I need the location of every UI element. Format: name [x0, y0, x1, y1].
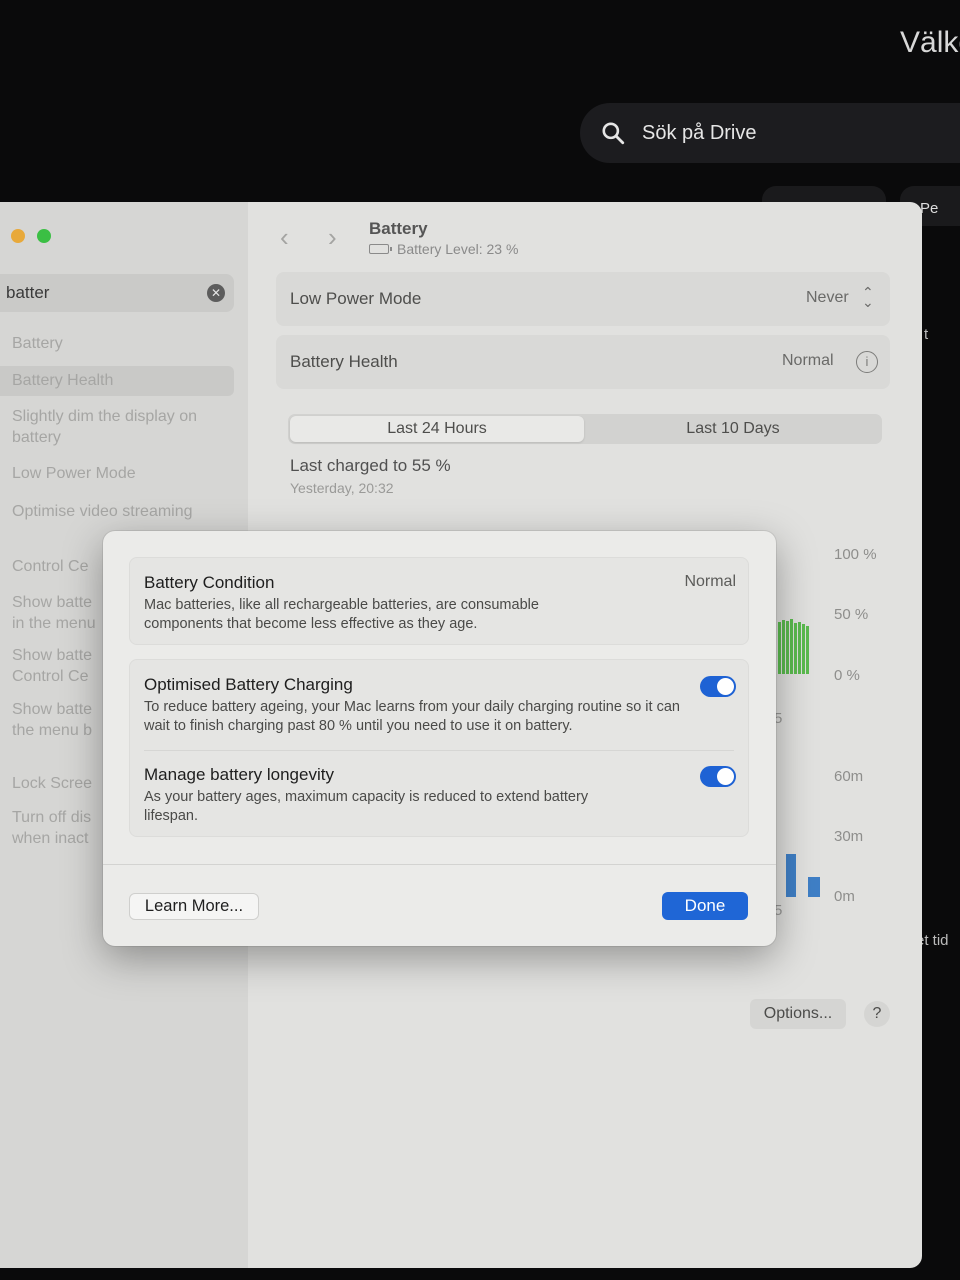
battery-level-bar: [782, 620, 785, 674]
optimised-charging-toggle[interactable]: [700, 676, 736, 697]
back-arrow-icon[interactable]: ‹: [280, 224, 289, 250]
usage-axis-label: 0m: [834, 888, 855, 905]
optimised-charging-title: Optimised Battery Charging: [144, 675, 353, 694]
sidebar-item-battery-health[interactable]: Battery Health: [0, 366, 234, 396]
low-power-mode-select[interactable]: Never: [806, 289, 849, 307]
low-power-mode-label: Low Power Mode: [290, 289, 422, 308]
last-charged-time: Yesterday, 20:32: [290, 480, 394, 496]
info-icon[interactable]: i: [856, 351, 878, 373]
sidebar-item-show-battery-menu-bar[interactable]: Show batte the menu b: [12, 699, 102, 741]
sidebar-item-dim-display[interactable]: Slightly dim the display on battery: [12, 406, 234, 448]
battery-level-bar: [806, 626, 809, 674]
usage-axis-label: 60m: [834, 768, 864, 785]
battery-level-bar: [798, 622, 801, 674]
divider: [144, 750, 734, 751]
manage-longevity-toggle[interactable]: [700, 766, 736, 787]
sidebar-item-battery[interactable]: Battery: [12, 333, 234, 354]
drive-people-chip-label: Pe: [920, 200, 939, 217]
battery-condition-value: Normal: [684, 573, 736, 590]
level-axis-label: 50 %: [834, 606, 869, 623]
low-power-mode-row: Low Power Mode Never ⌃ ⌄: [276, 272, 890, 326]
level-axis-label: 0 %: [834, 667, 860, 684]
battery-level-text: Battery Level: 23 %: [397, 241, 519, 257]
tab-last-10-days[interactable]: Last 10 Days: [586, 416, 880, 442]
forward-arrow-icon[interactable]: ›: [328, 224, 337, 250]
sidebar-item-low-power-mode[interactable]: Low Power Mode: [12, 463, 234, 484]
chevron-up-down-icon[interactable]: ⌃ ⌄: [862, 285, 874, 309]
drive-search-placeholder: Sök på Drive: [642, 121, 757, 144]
sidebar-item-show-battery-menu[interactable]: Show batte in the menu: [12, 592, 102, 634]
page-title: Battery: [369, 219, 428, 238]
drive-search-bar[interactable]: Sök på Drive: [580, 103, 960, 163]
manage-longevity-description: As your battery ages, maximum capacity i…: [144, 789, 589, 824]
charging-options-card: Optimised Battery Charging To reduce bat…: [129, 659, 749, 837]
battery-health-label: Battery Health: [290, 352, 398, 371]
options-button[interactable]: Options...: [750, 999, 846, 1029]
battery-condition-title: Battery Condition: [144, 573, 275, 592]
sheet-separator: [103, 864, 776, 865]
battery-condition-card: Battery Condition Normal Mac batteries, …: [129, 557, 749, 645]
welcome-text: Välkc: [900, 26, 960, 59]
minimize-button[interactable]: [11, 229, 25, 243]
battery-health-sheet: Battery Condition Normal Mac batteries, …: [103, 531, 776, 946]
sidebar-search-value: batter: [6, 283, 50, 302]
battery-level-bar: [778, 622, 781, 674]
sidebar-item-show-battery-control-centre[interactable]: Show batte Control Ce: [12, 645, 102, 687]
battery-level-bar: [786, 621, 789, 674]
optimised-charging-description: To reduce battery ageing, your Mac learn…: [144, 699, 680, 734]
manage-longevity-title: Manage battery longevity: [144, 765, 334, 784]
help-button[interactable]: ?: [864, 1001, 890, 1027]
battery-level-bar: [802, 624, 805, 674]
sidebar-search-field[interactable]: batter ✕: [0, 274, 234, 312]
learn-more-button[interactable]: Learn More...: [129, 893, 259, 920]
sidebar-item-turn-off-display[interactable]: Turn off dis when inact: [12, 807, 102, 849]
battery-icon: [369, 244, 392, 254]
search-icon: [602, 122, 625, 145]
last-charged-title: Last charged to 55 %: [290, 456, 451, 475]
tab-last-24-hours[interactable]: Last 24 Hours: [290, 416, 584, 442]
level-axis-label: 100 %: [834, 546, 877, 563]
battery-health-value: Normal: [782, 352, 834, 369]
screen-usage-bar: [786, 854, 796, 897]
battery-level-subtitle: Battery Level: 23 %: [369, 241, 518, 257]
done-button[interactable]: Done: [662, 892, 748, 920]
usage-axis-label: 30m: [834, 828, 864, 845]
battery-condition-description: Mac batteries, like all rechargeable bat…: [144, 597, 539, 632]
sidebar-item-optimise-video[interactable]: Optimise video streaming: [12, 501, 234, 522]
time-range-segmented-control: Last 24 Hours Last 10 Days: [288, 414, 882, 444]
battery-level-bar: [790, 619, 793, 674]
battery-health-row: Battery Health Normal: [276, 335, 890, 389]
battery-level-bar: [794, 623, 797, 674]
screen-usage-bar: [808, 877, 820, 897]
zoom-button[interactable]: [37, 229, 51, 243]
clear-icon[interactable]: ✕: [207, 284, 225, 302]
background-edge-text: t: [924, 326, 929, 343]
